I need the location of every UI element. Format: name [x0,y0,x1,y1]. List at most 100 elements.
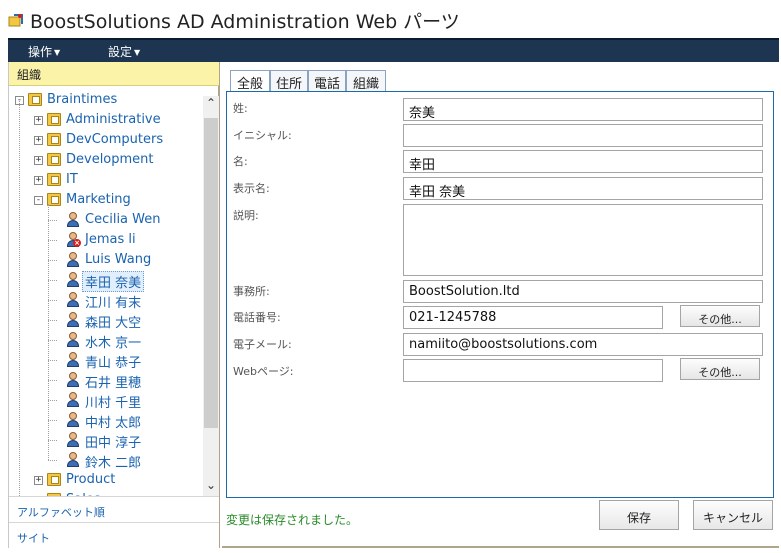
tree-folder-item[interactable]: + Development [9,150,199,170]
tree-item-label: Luis Wang [85,252,152,267]
user-icon [66,352,80,368]
expand-icon[interactable]: + [34,116,43,125]
tree-user-item[interactable]: 川村 千里 [9,390,199,411]
caret-down-icon: ▼ [134,48,141,57]
tree-connector [48,220,57,221]
tree-item-label: 水木 京一 [85,336,142,351]
tab-general[interactable]: 全般 [230,70,270,92]
initials-label: イニシャル: [233,129,292,142]
tree-connector [48,360,57,361]
tree-connector [48,240,57,241]
tree-folder-item[interactable]: - Marketing [9,190,199,210]
tree-user-item[interactable]: 幸田 奈美 [9,270,199,292]
tree-user-item[interactable]: Cecilia Wen [9,210,199,230]
display-name-field[interactable]: 幸田 奈美 [403,177,763,200]
collapse-icon[interactable]: - [34,196,43,205]
tree-scrollbar[interactable]: ⌃ ⌄ [203,96,219,496]
initials-field[interactable] [403,124,763,147]
user-icon: × [66,232,81,248]
tree-item-label: Jemas li [85,232,136,247]
last-name-label: 姓: [233,102,248,115]
tree-connector [48,280,57,281]
org-panel-header: 組織 [9,62,219,86]
web-field[interactable] [403,359,663,382]
email-label: 電子メール: [233,338,292,351]
tree-user-item[interactable]: 田中 淳子 [9,430,199,451]
status-message: 変更は保存されました。 [226,513,359,527]
user-icon [66,312,80,328]
scroll-down-icon[interactable]: ⌄ [203,478,219,496]
tab-address[interactable]: 住所 [270,70,308,92]
tree-folder-item[interactable]: + Administrative [9,110,199,130]
menu-bar: 操作 ▼ 設定 ▼ [8,38,779,62]
tree-item-label: 中村 太郎 [85,416,142,431]
tree-connector [48,380,57,381]
tree-user-item[interactable]: 青山 恭子 [9,350,199,371]
caret-down-icon: ▼ [54,48,61,57]
tree-item-label: Product [66,472,116,487]
phone-label: 電話番号: [233,311,281,324]
tree-item-label: Braintimes [47,92,118,107]
description-field[interactable] [403,204,763,276]
menu-settings-label: 設定 [108,45,133,59]
tree-user-item[interactable]: 中村 太郎 [9,410,199,431]
phone-field[interactable]: 021-1245788 [403,306,663,329]
tree-folder-item[interactable]: + IT [9,170,199,190]
view-alphabetical[interactable]: アルファベット順 [9,496,219,522]
tree-item-label: 江川 有末 [85,296,142,311]
tree-folder-item[interactable]: + Product [9,470,199,490]
tree-connector [48,440,57,441]
tree-user-item[interactable]: 江川 有末 [9,290,199,311]
org-tree: - Braintimes + Administrative + DevComputers +… [9,87,219,497]
tree-item-label: 鈴木 二郎 [85,456,142,471]
user-icon [66,432,80,448]
divider [222,546,779,548]
tree-user-item[interactable]: × Jemas li [9,230,199,250]
user-icon [66,272,80,288]
save-button[interactable]: 保存 [599,500,679,530]
tree-item-label: Administrative [66,112,161,127]
menu-operations[interactable]: 操作 ▼ [28,43,60,60]
tree-user-item[interactable]: Luis Wang [9,250,199,270]
cancel-button[interactable]: キャンセル [693,500,773,530]
tree-user-item[interactable]: 水木 京一 [9,330,199,351]
folder-icon [47,113,61,126]
user-icon [66,452,80,468]
tree-item-label: 田中 淳子 [85,436,142,451]
web-other-button[interactable]: その他... [680,358,760,380]
tree-connector [48,320,57,321]
office-field[interactable]: BoostSolution.ltd [403,280,763,303]
tree-user-item[interactable]: 森田 大空 [9,310,199,331]
scroll-up-icon[interactable]: ⌃ [203,96,219,114]
tree-item-label: 森田 大空 [85,316,142,331]
scroll-thumb[interactable] [204,118,218,428]
tab-phone[interactable]: 電話 [308,70,346,92]
tree-user-item[interactable]: 石井 里穂 [9,370,199,391]
disabled-icon: × [73,239,81,247]
tree-item-label: Development [66,152,154,167]
tree-item-label: 青山 恭子 [85,356,142,371]
expand-icon[interactable]: + [34,136,43,145]
expand-icon[interactable]: + [34,176,43,185]
expand-icon[interactable]: + [34,156,43,165]
last-name-field[interactable]: 奈美 [403,98,763,121]
folder-icon [47,133,61,146]
tree-folder-item[interactable]: + DevComputers [9,130,199,150]
tree-item-label: 石井 里穂 [85,376,142,391]
phone-other-button[interactable]: その他... [680,305,760,327]
tree-item-label: Cecilia Wen [85,212,161,227]
tree-folder-item[interactable]: - Braintimes [9,90,199,110]
folder-icon [47,173,61,186]
view-site[interactable]: サイト [9,522,219,548]
tree-item-label: IT [66,172,78,187]
tree-item-label: Marketing [66,192,131,207]
tab-organization[interactable]: 組織 [346,70,386,92]
detail-panel: 全般 住所 電話 組織 姓: 奈美 イニシャル: 名: 幸田 表示名: 幸田 奈… [222,62,779,548]
tree-user-item[interactable]: 鈴木 二郎 [9,450,199,471]
user-icon [66,332,80,348]
email-field[interactable]: namiito@boostsolutions.com [403,333,763,356]
first-name-field[interactable]: 幸田 [403,150,763,173]
menu-settings[interactable]: 設定 ▼ [108,43,140,60]
expand-icon[interactable]: + [34,476,43,485]
tree-connector [48,420,57,421]
